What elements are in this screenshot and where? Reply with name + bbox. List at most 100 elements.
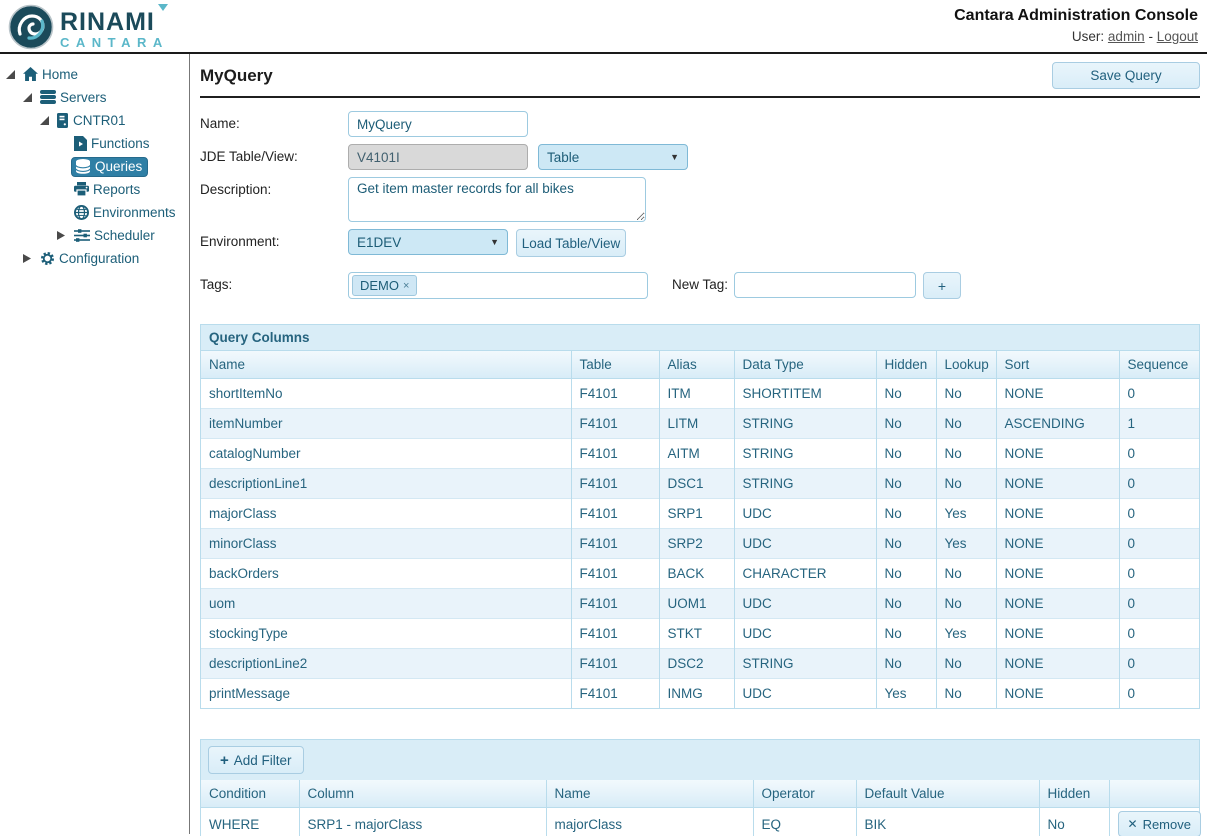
table-cell: NONE [996,678,1119,708]
logo-line1: RINAMI [60,10,169,35]
table-cell: No [876,468,936,498]
table-cell: SRP2 [659,528,734,558]
table-cell: F4101 [571,618,659,648]
query-columns-table: NameTableAliasData TypeHiddenLookupSortS… [201,351,1199,708]
table-cell: majorClass [201,498,571,528]
column-header[interactable]: Data Type [734,351,876,378]
table-cell: STRING [734,468,876,498]
collapse-arrow-icon[interactable] [6,70,20,79]
filter-column-header[interactable] [1109,780,1199,807]
sidebar-item-home[interactable]: Home [0,63,189,86]
table-cell: itemNumber [201,408,571,438]
table-row[interactable]: descriptionLine2F4101DSC2STRINGNoNoNONE0 [201,648,1199,678]
table-row[interactable]: majorClassF4101SRP1UDCNoYesNONE0 [201,498,1199,528]
table-cell: No [936,588,996,618]
filter-column-header[interactable]: Column [299,780,546,807]
table-cell: STRING [734,648,876,678]
sidebar-item-servers[interactable]: Servers [0,86,189,109]
logo: RINAMI CANTARA [8,4,169,55]
filter-column-header[interactable]: Condition [201,780,299,807]
table-cell: uom [201,588,571,618]
logo-text: RINAMI CANTARA [60,10,169,49]
column-header[interactable]: Name [201,351,571,378]
table-cell: NONE [996,588,1119,618]
collapse-arrow-icon[interactable] [23,93,37,102]
new-tag-input[interactable] [734,272,916,298]
table-row[interactable]: backOrdersF4101BACKCHARACTERNoNoNONE0 [201,558,1199,588]
table-cell: descriptionLine2 [201,648,571,678]
sidebar-item-cntr01[interactable]: CNTR01 [0,109,189,132]
console-title: Cantara Administration Console [954,7,1198,25]
sidebar-item-configuration[interactable]: Configuration [0,247,189,270]
table-cell: stockingType [201,618,571,648]
sidebar-item-label: Home [42,67,78,82]
sidebar-item-functions[interactable]: Functions [0,132,189,155]
table-row[interactable]: itemNumberF4101LITMSTRINGNoNoASCENDING1 [201,408,1199,438]
sidebar-tree: Home ServersCNTR01FunctionsQueries Reports… [0,54,190,834]
table-row[interactable]: printMessageF4101INMGUDCYesNoNONE0 [201,678,1199,708]
sidebar-item-environments[interactable]: Environments [0,201,189,224]
table-type-select[interactable]: Table ▼ [538,144,688,170]
collapse-arrow-icon[interactable] [40,116,54,125]
table-row[interactable]: uomF4101UOM1UDCNoNoNONE0 [201,588,1199,618]
logout-link[interactable]: Logout [1157,29,1198,44]
user-label: User: [1072,29,1104,44]
filters-toolbar: + Add Filter [201,740,1199,780]
environment-select-value: E1DEV [357,235,401,250]
name-input[interactable] [348,111,528,137]
table-row[interactable]: catalogNumberF4101AITMSTRINGNoNoNONE0 [201,438,1199,468]
table-cell: F4101 [571,588,659,618]
column-header[interactable]: Hidden [876,351,936,378]
database-icon [75,159,91,174]
remove-filter-button[interactable]: ✕Remove [1118,811,1201,836]
table-cell: descriptionLine1 [201,468,571,498]
column-header[interactable]: Alias [659,351,734,378]
page-title: MyQuery [200,62,1200,86]
filter-column-header[interactable]: Hidden [1039,780,1109,807]
add-filter-button[interactable]: + Add Filter [208,746,304,774]
table-cell: SHORTITEM [734,378,876,408]
environment-select[interactable]: E1DEV ▼ [348,229,508,255]
table-cell: No [936,408,996,438]
servers-icon [40,90,56,104]
table-cell: SRP1 [659,498,734,528]
column-header[interactable]: Sequence [1119,351,1199,378]
table-row[interactable]: minorClassF4101SRP2UDCNoYesNONE0 [201,528,1199,558]
table-row[interactable]: shortItemNoF4101ITMSHORTITEMNoNoNONE0 [201,378,1199,408]
add-tag-button[interactable]: + [923,272,961,299]
x-icon: ✕ [1128,817,1138,831]
sidebar-item-reports[interactable]: Reports [0,178,189,201]
query-columns-panel: Query Columns NameTableAliasData TypeHid… [200,324,1200,709]
table-row[interactable]: descriptionLine1F4101DSC1STRINGNoNoNONE0 [201,468,1199,498]
table-cell: UDC [734,588,876,618]
filter-actions-cell: ✕Remove [1109,807,1199,836]
column-header[interactable]: Lookup [936,351,996,378]
table-cell: Yes [936,618,996,648]
sidebar-item-queries[interactable]: Queries [0,155,189,178]
description-textarea[interactable] [348,177,646,222]
filter-column-header[interactable]: Default Value [856,780,1039,807]
expand-arrow-icon[interactable] [23,254,37,263]
table-cell: LITM [659,408,734,438]
expand-arrow-icon[interactable] [57,231,71,240]
filter-column-header[interactable]: Name [546,780,753,807]
environment-row: Environment: E1DEV ▼ Load Table/View [200,229,1200,257]
sidebar-item-label: Reports [93,182,140,197]
table-cell: No [876,588,936,618]
filter-column-header[interactable]: Operator [753,780,856,807]
table-cell: F4101 [571,558,659,588]
filter-row[interactable]: WHERESRP1 - majorClassmajorClassEQBIKNo✕… [201,807,1199,836]
column-header[interactable]: Table [571,351,659,378]
table-row[interactable]: stockingTypeF4101STKTUDCNoYesNONE0 [201,618,1199,648]
load-table-view-button[interactable]: Load Table/View [516,229,626,257]
tag-remove-icon[interactable]: × [403,280,409,292]
table-cell: AITM [659,438,734,468]
save-query-button[interactable]: Save Query [1052,62,1200,89]
column-header[interactable]: Sort [996,351,1119,378]
sidebar-item-scheduler[interactable]: Scheduler [0,224,189,247]
user-name-link[interactable]: admin [1108,29,1145,44]
tags-input[interactable]: DEMO × [348,272,648,299]
table-cell: INMG [659,678,734,708]
table-cell: F4101 [571,378,659,408]
table-cell: DSC2 [659,648,734,678]
